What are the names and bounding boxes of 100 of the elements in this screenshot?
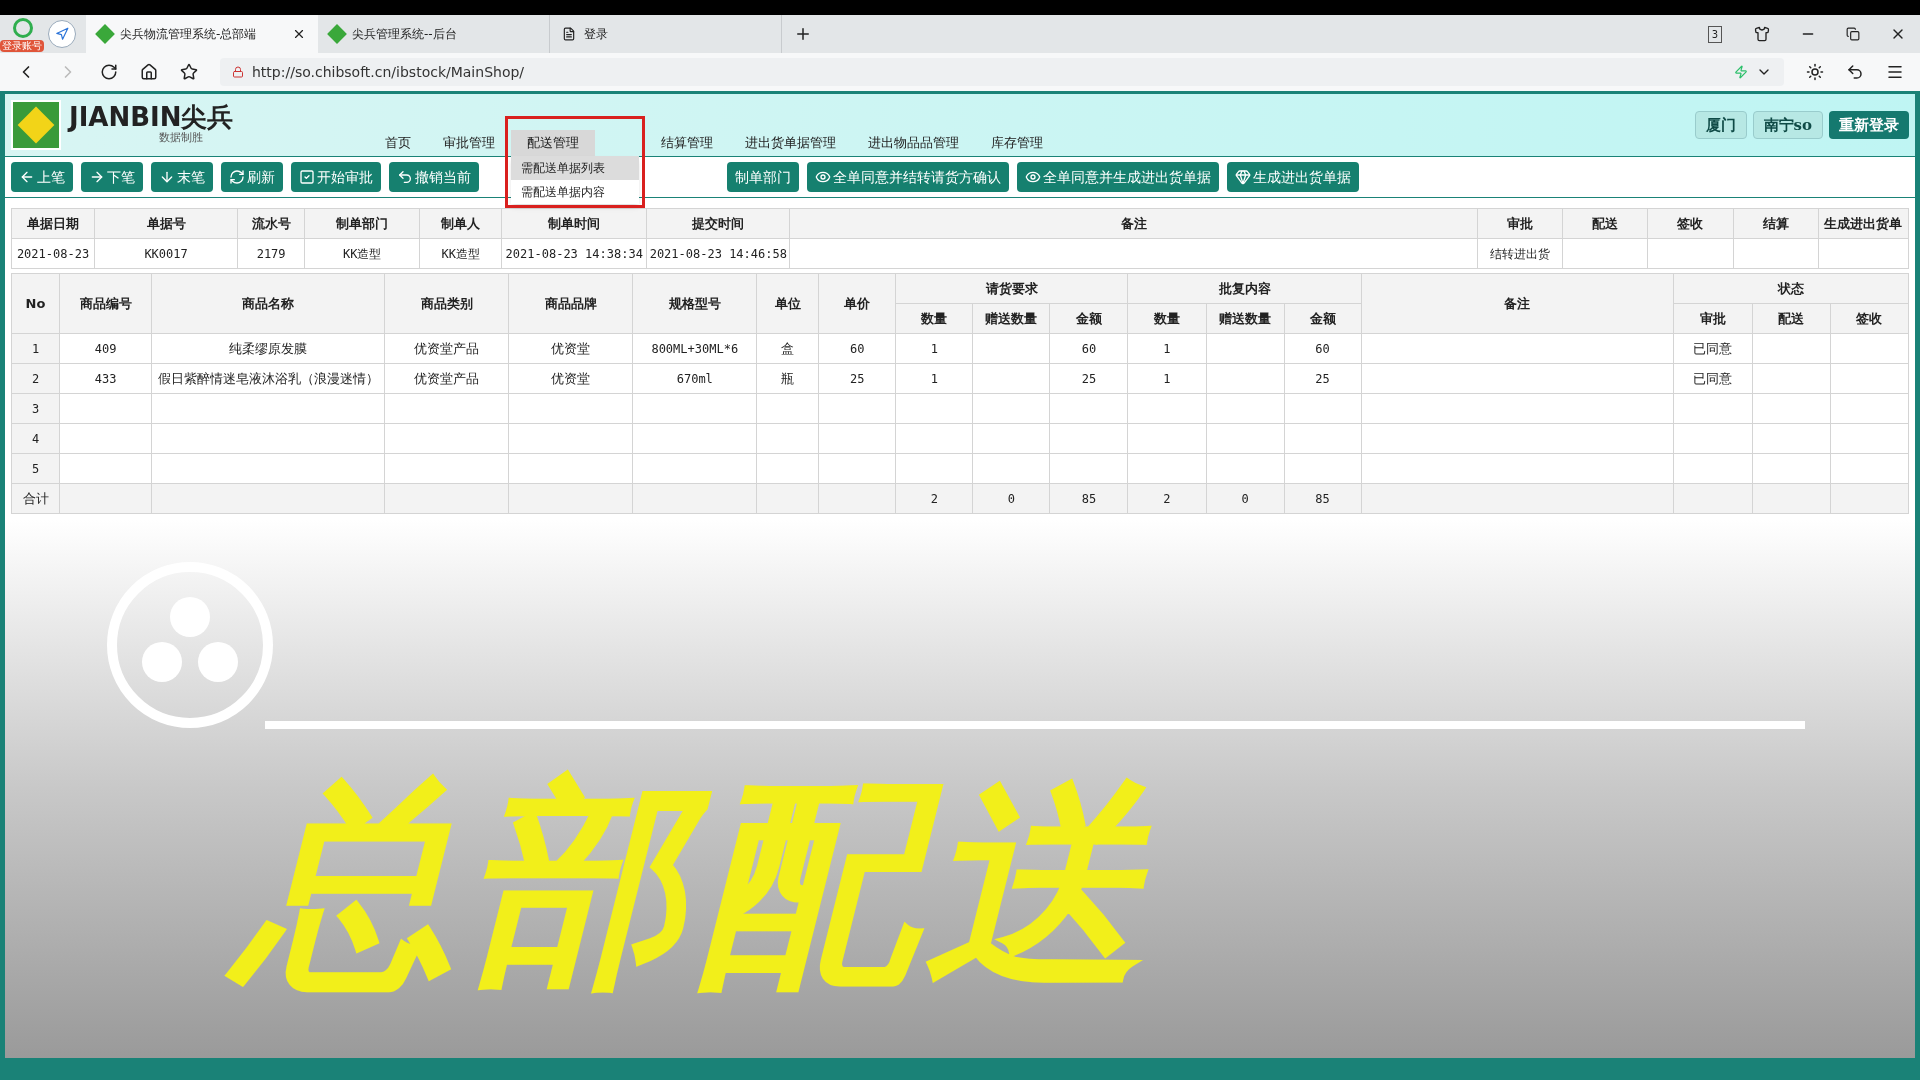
header-button[interactable]: 重新登录 xyxy=(1829,111,1909,139)
table-cell: 优资堂 xyxy=(508,333,633,364)
column-header: No xyxy=(11,273,60,334)
skin-icon[interactable] xyxy=(1754,26,1770,42)
header-button[interactable]: 南宁so xyxy=(1752,111,1823,139)
column-header: 制单人 xyxy=(419,208,502,239)
logo-text: JIANBIN尖兵 xyxy=(69,103,235,130)
dropdown-item[interactable]: 需配送单据内容 xyxy=(511,180,639,204)
toolbar-button[interactable]: 上笔 xyxy=(11,162,73,192)
column-header: 赠送数量 xyxy=(972,303,1050,334)
column-header: 结算 xyxy=(1733,208,1819,239)
nav-menu-item[interactable]: 审批管理 xyxy=(427,130,511,156)
diamond-icon xyxy=(1235,169,1251,185)
table-cell: 4 xyxy=(11,423,60,454)
table-cell: 结转进出货 xyxy=(1477,238,1563,269)
reload-icon[interactable] xyxy=(100,63,118,81)
nav-menu-item[interactable]: 配送管理 xyxy=(511,130,595,156)
tab-title: 尖兵管理系统--后台 xyxy=(352,26,458,43)
table-cell xyxy=(756,453,819,484)
column-header: 签收 xyxy=(1647,208,1734,239)
toolbar-button[interactable]: 开始审批 xyxy=(291,162,381,192)
url-text: http://so.chibsoft.cn/ibstock/MainShop/ xyxy=(252,62,526,82)
table-cell: 纯柔缪原发膜 xyxy=(151,333,385,364)
refresh-icon xyxy=(229,169,245,185)
toolbar-button[interactable]: 末笔 xyxy=(151,162,213,192)
column-group-header: 状态 xyxy=(1673,273,1909,304)
table-cell: 盒 xyxy=(756,333,819,364)
table-cell xyxy=(756,423,819,454)
table-cell: 假日紫醉情迷皂液沐浴乳（浪漫迷情） xyxy=(151,363,385,394)
overlay-title: 总部配送 xyxy=(175,730,1215,1038)
table-cell: 670ml xyxy=(632,363,757,394)
column-header: 商品名称 xyxy=(151,273,385,334)
column-header: 商品编号 xyxy=(59,273,152,334)
column-header: 流水号 xyxy=(237,208,305,239)
column-header: 数量 xyxy=(1127,303,1206,334)
toolbar-button[interactable]: 生成进出货单据 xyxy=(1227,162,1359,192)
table-cell: 1 xyxy=(1127,363,1206,394)
table-cell: 2021-08-23 xyxy=(11,238,95,269)
undo-icon[interactable] xyxy=(1846,63,1864,81)
table-cell: 优资堂 xyxy=(508,363,633,394)
undo-icon xyxy=(397,169,413,185)
home-icon[interactable] xyxy=(140,63,158,81)
brightness-icon[interactable] xyxy=(1806,63,1824,81)
nav-menu-item[interactable]: 结算管理 xyxy=(645,130,729,156)
table-cell: 60 xyxy=(1284,333,1362,364)
header-button[interactable]: 厦门 xyxy=(1694,111,1747,139)
table-cell: 优资堂产品 xyxy=(384,363,509,394)
table-cell: 2 xyxy=(895,483,973,514)
column-header: 单价 xyxy=(818,273,896,334)
table-cell: 1 xyxy=(895,333,973,364)
toolbar-button[interactable]: 制单部门 xyxy=(727,162,799,192)
column-header: 生成进出货单 xyxy=(1818,208,1909,239)
page-icon xyxy=(562,27,576,41)
login-badge[interactable]: 登录账号 xyxy=(0,40,44,52)
table-cell: KK0017 xyxy=(94,238,238,269)
close-icon[interactable] xyxy=(292,27,306,41)
table-cell: 60 xyxy=(818,333,896,364)
column-header: 制单时间 xyxy=(501,208,647,239)
nav-menu-item[interactable]: 首页 xyxy=(369,130,427,156)
column-header: 单据号 xyxy=(94,208,238,239)
nav-menu-item[interactable]: 进出货单据管理 xyxy=(729,130,852,156)
column-header: 配送 xyxy=(1562,208,1648,239)
column-header: 金额 xyxy=(1049,303,1128,334)
column-header: 商品品牌 xyxy=(508,273,633,334)
toolbar-button[interactable]: 全单同意并生成进出货单据 xyxy=(1017,162,1219,192)
restore-icon[interactable] xyxy=(1846,27,1860,41)
table-cell: 2021-08-23 14:38:34 xyxy=(501,238,647,269)
table-cell: 85 xyxy=(1049,483,1128,514)
column-header: 备注 xyxy=(789,208,1478,239)
table-cell xyxy=(756,393,819,424)
checkbox-icon xyxy=(299,169,315,185)
lock-icon xyxy=(232,66,244,78)
toolbar-button[interactable]: 撤销当前 xyxy=(389,162,479,192)
eye-icon xyxy=(1025,169,1041,185)
new-tab-icon[interactable] xyxy=(794,25,812,43)
column-header: 提交时间 xyxy=(646,208,790,239)
nav-menu-item[interactable]: 进出物品品管理 xyxy=(852,130,975,156)
navigation-icon[interactable] xyxy=(48,20,76,48)
toolbar-button[interactable]: 刷新 xyxy=(221,162,283,192)
column-header: 单位 xyxy=(756,273,819,334)
browser-tab[interactable]: 尖兵物流管理系统-总部端 xyxy=(86,15,318,53)
logo-icon xyxy=(11,100,61,150)
dropdown-item[interactable]: 需配送单据列表 xyxy=(511,156,639,180)
star-icon[interactable] xyxy=(180,63,198,81)
column-header: 数量 xyxy=(895,303,973,334)
table-cell: 1 xyxy=(1127,333,1206,364)
table-cell: 合计 xyxy=(11,483,60,514)
toolbar-button[interactable]: 全单同意并结转请货方确认 xyxy=(807,162,1009,192)
toolbar-button[interactable]: 下笔 xyxy=(81,162,143,192)
table-cell: 25 xyxy=(1284,363,1362,394)
column-group-header: 批复内容 xyxy=(1127,273,1362,304)
tab-count[interactable]: 3 xyxy=(1707,25,1722,43)
column-header: 签收 xyxy=(1830,303,1909,334)
column-header: 规格型号 xyxy=(632,273,757,334)
table-cell: 已同意 xyxy=(1673,363,1753,394)
nav-menu-item[interactable]: 库存管理 xyxy=(975,130,1059,156)
address-field[interactable]: http://so.chibsoft.cn/ibstock/MainShop/ xyxy=(220,58,1784,86)
table-cell xyxy=(756,483,819,514)
menu-icon[interactable] xyxy=(1886,63,1904,81)
column-header: 单据日期 xyxy=(11,208,95,239)
